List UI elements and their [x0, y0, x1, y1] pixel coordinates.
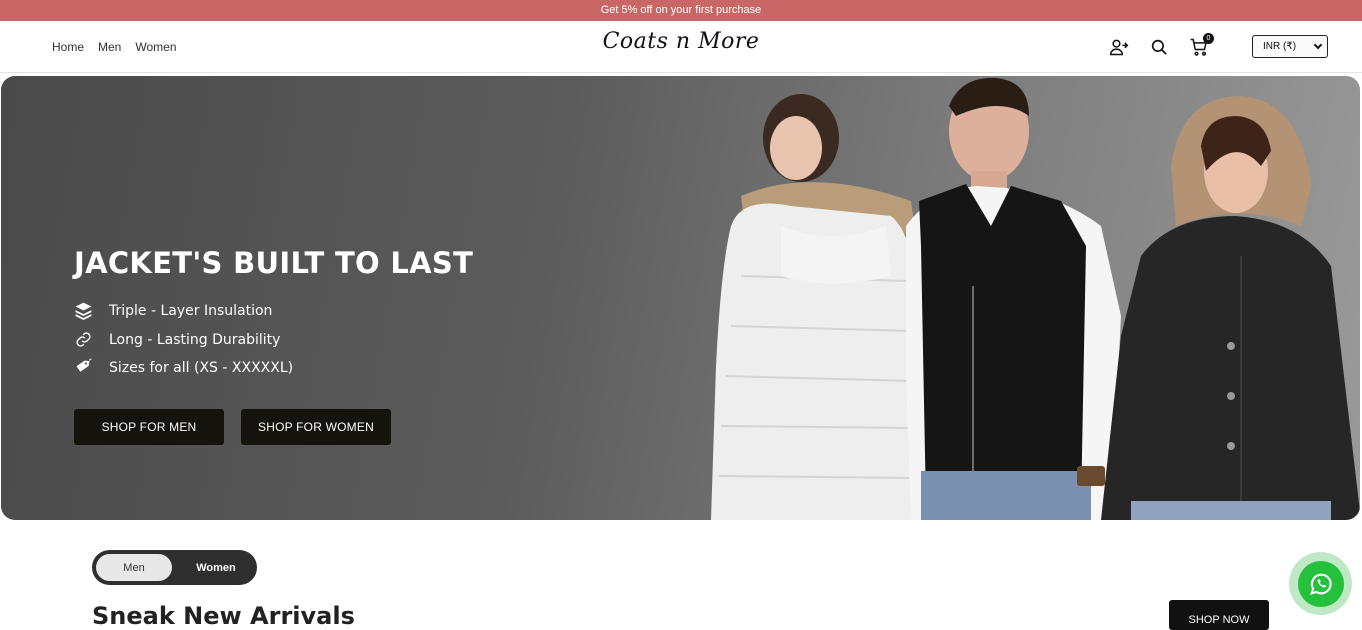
account-button[interactable]	[1108, 36, 1130, 58]
shop-now-button[interactable]: SHOP NOW	[1169, 600, 1269, 630]
currency-select[interactable]: INR (₹)	[1252, 35, 1328, 58]
search-icon	[1151, 39, 1167, 55]
feature-text: Long - Lasting Durability	[109, 331, 281, 348]
gender-toggle[interactable]: Men Women	[92, 550, 257, 585]
feature-text: Triple - Layer Insulation	[109, 302, 273, 319]
chevron-down-icon	[1313, 40, 1323, 50]
announcement-text: Get 5% off on your first purchase	[600, 4, 762, 16]
cart-button[interactable]: 0	[1188, 33, 1214, 58]
shop-for-women-button[interactable]: SHOP FOR WOMEN	[241, 409, 391, 445]
section-title: Sneak New Arrivals	[92, 602, 355, 630]
search-button[interactable]	[1148, 36, 1170, 58]
toggle-men-option[interactable]: Men	[96, 554, 172, 581]
model-black-vest	[906, 77, 1121, 520]
user-login-icon	[1109, 39, 1129, 56]
feature-insulation: Triple - Layer Insulation	[74, 301, 272, 320]
layers-icon	[74, 301, 93, 320]
hero-title: JACKET'S BUILT TO LAST	[74, 246, 474, 280]
whatsapp-chat-button[interactable]	[1289, 552, 1352, 615]
model-white-jacket	[711, 94, 921, 520]
site-header: Home Men Women Coats n More 0 INR (₹)	[0, 21, 1362, 73]
hero-models-image	[711, 77, 1360, 520]
announcement-bar: Get 5% off on your first purchase	[0, 0, 1362, 21]
feature-durability: Long - Lasting Durability	[74, 330, 280, 349]
feature-text: Sizes for all (XS - XXXXXL)	[109, 359, 294, 376]
tag-icon	[74, 358, 93, 377]
shop-for-men-button[interactable]: SHOP FOR MEN	[74, 409, 224, 445]
link-icon	[74, 330, 93, 349]
currency-selected-value: INR (₹)	[1263, 41, 1297, 52]
whatsapp-icon	[1297, 560, 1344, 607]
model-black-coat	[1101, 96, 1360, 520]
cart-count-badge: 0	[1203, 33, 1214, 44]
hero-banner: JACKET'S BUILT TO LAST Triple - Layer In…	[1, 76, 1360, 520]
feature-sizes: Sizes for all (XS - XXXXXL)	[74, 358, 293, 377]
header-actions: 0	[1108, 21, 1214, 73]
toggle-women-option[interactable]: Women	[178, 554, 254, 581]
